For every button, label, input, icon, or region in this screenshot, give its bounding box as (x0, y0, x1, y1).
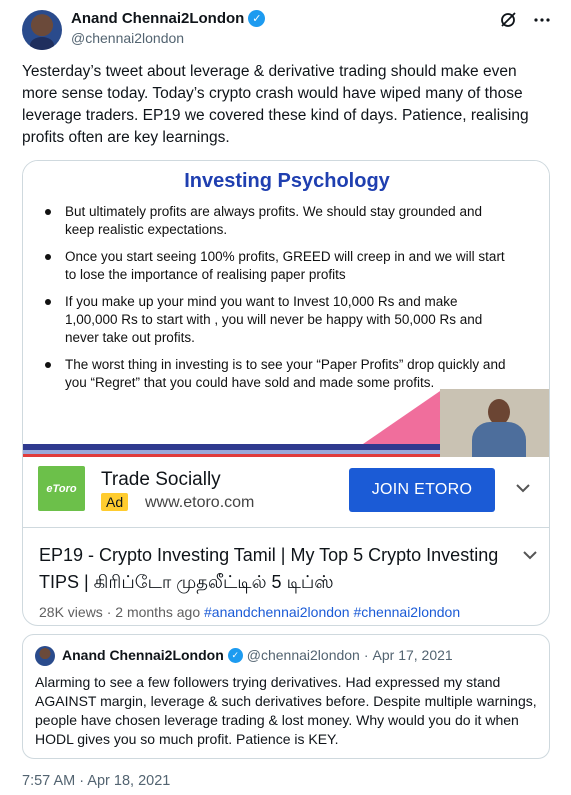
presenter-body (472, 422, 526, 457)
video-views: 28K views (39, 604, 103, 620)
quoted-author-name: Anand Chennai2London (62, 647, 224, 663)
meta-separator: · (106, 604, 112, 620)
chevron-down-icon[interactable] (521, 546, 539, 564)
video-age: 2 months ago (115, 604, 201, 620)
video-meta: 28K views · 2 months ago #anandchennai2l… (39, 604, 460, 620)
card-divider (23, 527, 549, 528)
video-title[interactable]: EP19 - Crypto Investing Tamil | My Top 5… (39, 542, 509, 596)
video-thumbnail[interactable]: Investing Psychology But ultimately prof… (23, 161, 549, 457)
quoted-tweet[interactable]: Anand Chennai2London ✓ @chennai2london ·… (22, 634, 550, 759)
grok-icon[interactable] (498, 10, 518, 30)
quoted-tweet-header: Anand Chennai2London ✓ @chennai2london ·… (62, 647, 453, 663)
quoted-tweet-text: Alarming to see a few followers trying d… (35, 674, 537, 747)
quoted-date: Apr 17, 2021 (372, 647, 453, 663)
ad-banner[interactable]: eToro Trade Socially Ad www.etoro.com JO… (23, 457, 549, 527)
verified-badge-icon: ✓ (227, 647, 243, 663)
youtube-link-card[interactable]: Investing Psychology But ultimately prof… (22, 160, 550, 626)
slide-bullet: If you make up your mind you want to Inv… (43, 293, 513, 347)
quoted-author-handle: @chennai2london (246, 647, 360, 663)
presenter-webcam (440, 389, 549, 457)
header-actions (498, 10, 552, 30)
slide-decoration (363, 389, 443, 444)
author-avatar[interactable] (22, 10, 62, 50)
quoted-separator: · (363, 647, 369, 663)
video-hashtags[interactable]: #anandchennai2london #chennai2london (204, 604, 460, 620)
join-etoro-button[interactable]: JOIN ETORO (349, 468, 495, 512)
ad-badge: Ad (101, 493, 129, 511)
more-icon[interactable] (532, 10, 552, 30)
author-name-row: Anand Chennai2London ✓ (71, 10, 266, 27)
verified-badge-icon: ✓ (248, 10, 266, 27)
slide-bullet: But ultimately profits are always profit… (43, 203, 513, 239)
author-name[interactable]: Anand Chennai2London (71, 10, 244, 27)
tweet-timestamp[interactable]: 7:57 AM · Apr 18, 2021 (22, 773, 170, 789)
slide-title: Investing Psychology (184, 170, 390, 192)
ad-url[interactable]: www.etoro.com (145, 494, 254, 512)
quoted-author-avatar (35, 646, 55, 666)
slide-bullets: But ultimately profits are always profit… (43, 203, 513, 401)
ad-title[interactable]: Trade Socially (101, 469, 221, 491)
chevron-down-icon[interactable] (513, 478, 533, 498)
slide-bullet: Once you start seeing 100% profits, GREE… (43, 248, 513, 284)
tweet-text: Yesterday’s tweet about leverage & deriv… (22, 63, 529, 146)
slide-bullet: The worst thing in investing is to see y… (43, 356, 513, 392)
tweet-header: Anand Chennai2London ✓ @chennai2london (22, 10, 552, 50)
author-handle[interactable]: @chennai2london (71, 30, 184, 46)
etoro-logo[interactable]: eToro (38, 466, 85, 511)
